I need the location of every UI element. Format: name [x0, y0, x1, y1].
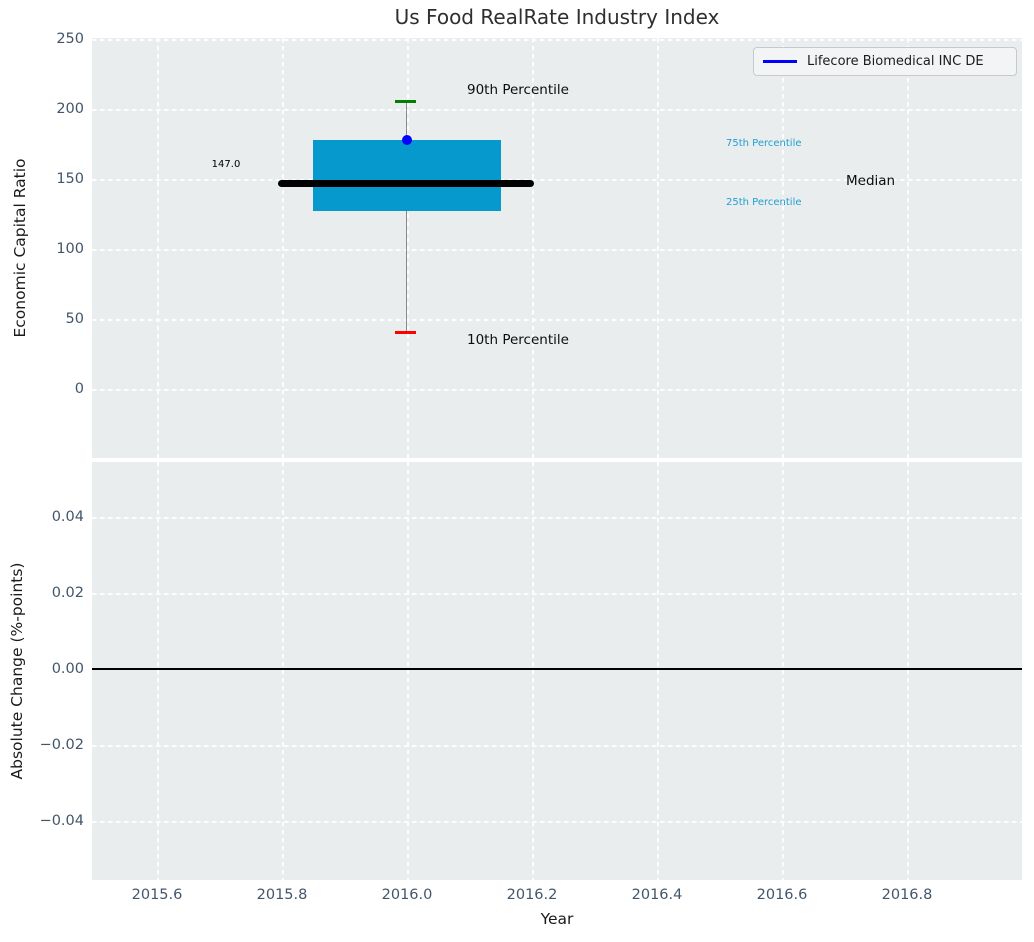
xtick-2015.6: 2015.6	[117, 886, 197, 904]
median-value-annotation: 147.0	[186, 159, 266, 170]
company-marker	[402, 135, 412, 145]
xtick-2015.8: 2015.8	[242, 886, 322, 904]
gridline	[782, 462, 784, 880]
median-annotation: Median	[846, 173, 895, 189]
gridline	[157, 462, 159, 880]
zero-line	[92, 668, 1022, 670]
p75-annotation: 75th Percentile	[726, 138, 802, 149]
whisker-cap-10th	[395, 331, 416, 334]
gridline	[907, 462, 909, 880]
gridline	[92, 821, 1022, 823]
ytick-0.04: 0.04	[0, 508, 84, 526]
p90-annotation: 90th Percentile	[467, 82, 569, 98]
ytick-200: 200	[0, 100, 84, 118]
gridline	[532, 462, 534, 880]
gridline	[157, 38, 159, 458]
gridline	[532, 38, 534, 458]
p25-annotation: 25th Percentile	[726, 197, 802, 208]
median-line	[278, 180, 534, 188]
legend: Lifecore Biomedical INC DE	[753, 47, 1017, 76]
xtick-2016.4: 2016.4	[617, 886, 697, 904]
ytick-0: 0	[0, 380, 84, 398]
gridline	[282, 462, 284, 880]
gridline	[407, 462, 409, 880]
iqr-box	[313, 140, 501, 211]
gridline	[657, 462, 659, 880]
bottom-y-axis-label: Absolute Change (%-points)	[8, 563, 26, 780]
gridline	[92, 517, 1022, 519]
gridline	[92, 319, 1022, 321]
gridline	[92, 249, 1022, 251]
gridline	[92, 593, 1022, 595]
xtick-2016.6: 2016.6	[742, 886, 822, 904]
top-plot-area: 147.0 90th Percentile 10th Percentile 75…	[92, 38, 1022, 458]
whisker-cap-90th	[395, 100, 416, 103]
ytick--0.04: −0.04	[0, 812, 84, 830]
legend-label: Lifecore Biomedical INC DE	[807, 54, 984, 69]
figure: Us Food RealRate Industry Index 147.0 90…	[0, 0, 1034, 942]
ytick-250: 250	[0, 30, 84, 48]
x-axis-label: Year	[92, 910, 1022, 928]
gridline	[92, 39, 1022, 41]
gridline	[657, 38, 659, 458]
legend-line-sample	[763, 60, 797, 63]
xtick-2016.0: 2016.0	[367, 886, 447, 904]
xtick-2016.2: 2016.2	[492, 886, 572, 904]
gridline	[282, 38, 284, 458]
gridline	[92, 745, 1022, 747]
bottom-plot-area	[92, 462, 1022, 880]
xtick-2016.8: 2016.8	[867, 886, 947, 904]
gridline	[92, 109, 1022, 111]
gridline	[92, 389, 1022, 391]
top-y-axis-label: Economic Capital Ratio	[11, 158, 29, 337]
gridline	[907, 38, 909, 458]
p10-annotation: 10th Percentile	[467, 332, 569, 348]
chart-title: Us Food RealRate Industry Index	[92, 5, 1022, 29]
gridline	[782, 38, 784, 458]
